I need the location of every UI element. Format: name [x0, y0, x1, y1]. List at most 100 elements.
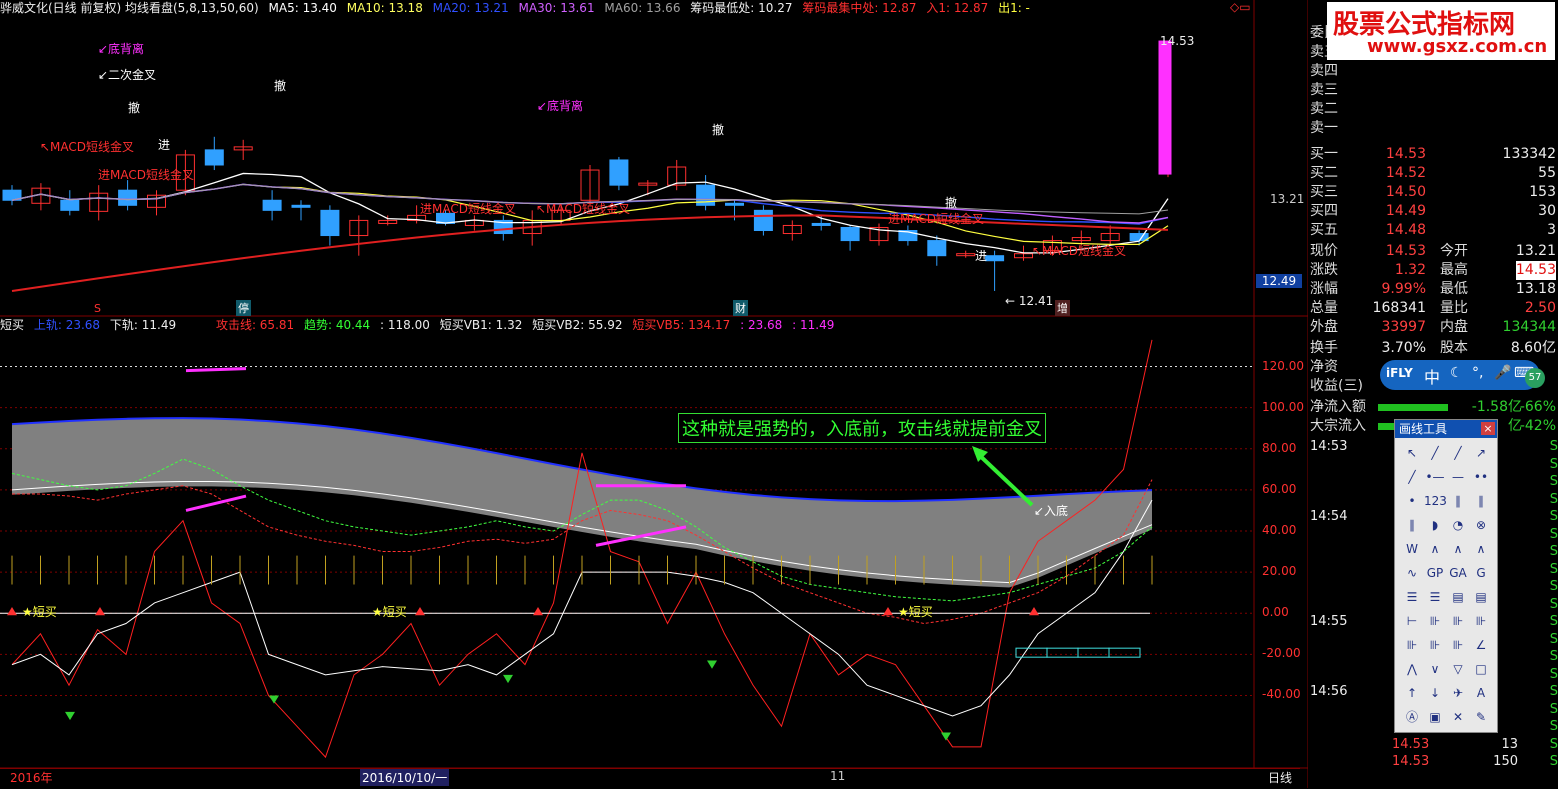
order-volume: 55 — [1538, 165, 1556, 181]
drawing-tool-icon[interactable]: ↑ — [1401, 682, 1423, 704]
drawing-tool-icon[interactable]: 123 — [1424, 490, 1447, 512]
tick-side: S — [1549, 719, 1558, 734]
drawing-tool-icon[interactable]: ▽ — [1447, 658, 1469, 680]
sell-label: 撤 — [712, 123, 725, 137]
stat-row: 外盘 33997 内盘 134344 — [1308, 318, 1558, 337]
event-marker-zeng[interactable]: 增 — [1055, 300, 1070, 316]
drawing-tool-icon[interactable]: ⊪ — [1424, 634, 1446, 656]
window-corner-icon[interactable]: ◇▭ — [1230, 0, 1251, 14]
stat-value: 9.99% — [1381, 281, 1426, 297]
year-label: 2016年 — [10, 771, 53, 785]
event-marker-cai[interactable]: 财 — [733, 300, 748, 316]
main-chart-canvas[interactable] — [0, 0, 1308, 788]
drawing-tool-icon[interactable]: ⊪ — [1447, 610, 1469, 632]
drawing-tool-icon[interactable]: ✕ — [1447, 706, 1469, 728]
stat-label: 今开 — [1440, 243, 1468, 259]
drawing-tool-icon[interactable]: ╱ — [1424, 442, 1446, 464]
drawing-tool-icon[interactable]: ∠ — [1470, 634, 1492, 656]
drawing-tool-icon[interactable]: ⊪ — [1424, 610, 1446, 632]
drawing-tool-icon[interactable]: ☰ — [1424, 586, 1446, 608]
macd-cross-label: 进MACD短线金叉 — [98, 168, 194, 182]
drawing-tool-icon[interactable]: ▤ — [1447, 586, 1469, 608]
stat-value: 33997 — [1381, 319, 1426, 335]
drawing-tool-icon[interactable]: ∧ — [1447, 538, 1469, 560]
drawing-tool-icon[interactable]: ↖ — [1401, 442, 1423, 464]
drawing-tool-icon[interactable]: G — [1470, 562, 1492, 584]
moon-icon[interactable]: ☾ — [1450, 365, 1463, 381]
event-marker-ting[interactable]: 停 — [236, 300, 251, 316]
order-label: 买五 — [1310, 222, 1338, 238]
period-selector[interactable]: 日线 — [1268, 769, 1292, 786]
candle-body — [118, 189, 138, 206]
drawing-tool-icon[interactable]: Ⓐ — [1401, 706, 1423, 728]
sell-arrow — [269, 695, 279, 704]
drawing-tool-icon[interactable]: GP — [1424, 562, 1446, 584]
macd-cross-label: ↖MACD短线金叉 — [1032, 244, 1127, 258]
attack-line-value: 攻击线: 65.81 — [215, 318, 295, 332]
drawing-tool-icon[interactable]: ↗ — [1470, 442, 1492, 464]
drawing-tool-icon[interactable]: ╱ — [1401, 466, 1423, 488]
candle-body — [840, 226, 860, 242]
drawing-tool-icon[interactable]: W — [1401, 538, 1423, 560]
candle-body — [204, 149, 224, 166]
drawing-tool-icon[interactable]: ∥ — [1447, 490, 1469, 512]
drawing-tool-icon[interactable]: • — [1401, 490, 1423, 512]
drawing-tool-icon[interactable]: GA — [1447, 562, 1469, 584]
drawing-tool-icon[interactable]: A — [1470, 682, 1492, 704]
stat-label: 净资 — [1310, 359, 1338, 375]
event-marker-s[interactable]: S — [94, 302, 101, 315]
drawing-tool-icon[interactable]: ∿ — [1401, 562, 1423, 584]
drawing-tool-icon[interactable]: ▤ — [1470, 586, 1492, 608]
drawing-tool-icon[interactable]: ▣ — [1424, 706, 1446, 728]
drawing-tool-icon[interactable]: ✎ — [1470, 706, 1492, 728]
stat-value: 2.50 — [1524, 300, 1556, 316]
site-logo: 股票公式指标网 www.gsxz.com.cn — [1327, 2, 1555, 60]
drawing-tools-title[interactable]: 画线工具 × — [1395, 420, 1497, 438]
drawing-tool-icon[interactable]: ∧ — [1470, 538, 1492, 560]
tick-side: S — [1549, 491, 1558, 507]
tick-side: S — [1549, 684, 1558, 699]
drawing-tool-icon[interactable]: ⊢ — [1401, 610, 1423, 632]
ime-language[interactable]: 中 — [1424, 364, 1440, 388]
drawing-tool-icon[interactable]: ✈ — [1447, 682, 1469, 704]
drawing-tool-icon[interactable]: ↓ — [1424, 682, 1446, 704]
drawing-tool-icon[interactable]: ∧ — [1424, 538, 1446, 560]
drawing-tool-icon[interactable]: ⊪ — [1401, 634, 1423, 656]
flow-bar — [1378, 404, 1448, 411]
ime-toolbar[interactable]: iFLY 中 ☾ °, 🎤 ⌨ 57 — [1380, 360, 1545, 390]
macd-cross-label: ↖MACD短线金叉 — [40, 140, 135, 154]
drawing-tool-icon[interactable]: •• — [1470, 466, 1492, 488]
buy-arrow — [415, 607, 425, 616]
drawing-tool-icon[interactable]: ⊗ — [1470, 514, 1492, 536]
drawing-tool-icon[interactable]: ∥ — [1401, 514, 1423, 536]
close-icon[interactable]: × — [1481, 422, 1495, 435]
drawing-tools-panel[interactable]: 画线工具 × ↖ ╱ ╱ ↗ ╱ •— — •• • 123 ∥ ∥ ∥ ◗ ◔ ⊗ W ∧ ∧ ∧ ∿ GP GA G ☰ ☰ ▤… — [1394, 419, 1498, 733]
tick-time: 14:56 — [1310, 684, 1348, 699]
ma30-value: MA30: 13.61 — [518, 1, 595, 15]
drawing-tool-icon[interactable]: ☰ — [1401, 586, 1423, 608]
drawing-tool-icon[interactable]: ⊪ — [1470, 610, 1492, 632]
indicator-axis-label: 80.00 — [1262, 440, 1297, 455]
order-label: 买一 — [1310, 146, 1338, 162]
punct-icon[interactable]: °, — [1472, 365, 1483, 381]
tick-side: S — [1549, 439, 1558, 454]
drawing-tool-icon[interactable]: ⊪ — [1447, 634, 1469, 656]
drawing-tool-icon[interactable]: ⋀ — [1401, 658, 1423, 680]
drawing-tool-icon[interactable]: □ — [1470, 658, 1492, 680]
sell-label: 撤 — [274, 79, 287, 93]
drawing-tool-icon[interactable]: ◔ — [1447, 514, 1469, 536]
drawing-tool-icon[interactable]: ◗ — [1424, 514, 1446, 536]
drawing-tool-icon[interactable]: ∥ — [1470, 490, 1492, 512]
drawing-tool-icon[interactable]: ∨ — [1424, 658, 1446, 680]
sell-label: 撤 — [128, 101, 141, 115]
into-bottom-label: ↙入底 — [1034, 504, 1069, 518]
indicator-axis-label: -40.00 — [1262, 687, 1301, 702]
mic-icon[interactable]: 🎤 — [1494, 365, 1511, 381]
tick-side: S — [1549, 456, 1558, 472]
drawing-tool-icon[interactable]: ╱ — [1447, 442, 1469, 464]
drawing-tool-icon[interactable]: •— — [1424, 466, 1446, 488]
ifly-brand: iFLY — [1386, 366, 1413, 380]
indicator-header: 短买 上轨: 23.68 下轨: 11.49 攻击线: 65.81 趋势: 40… — [0, 317, 1300, 333]
drawing-tool-icon[interactable]: — — [1447, 466, 1469, 488]
indicator-name[interactable]: 短买 — [0, 318, 24, 332]
